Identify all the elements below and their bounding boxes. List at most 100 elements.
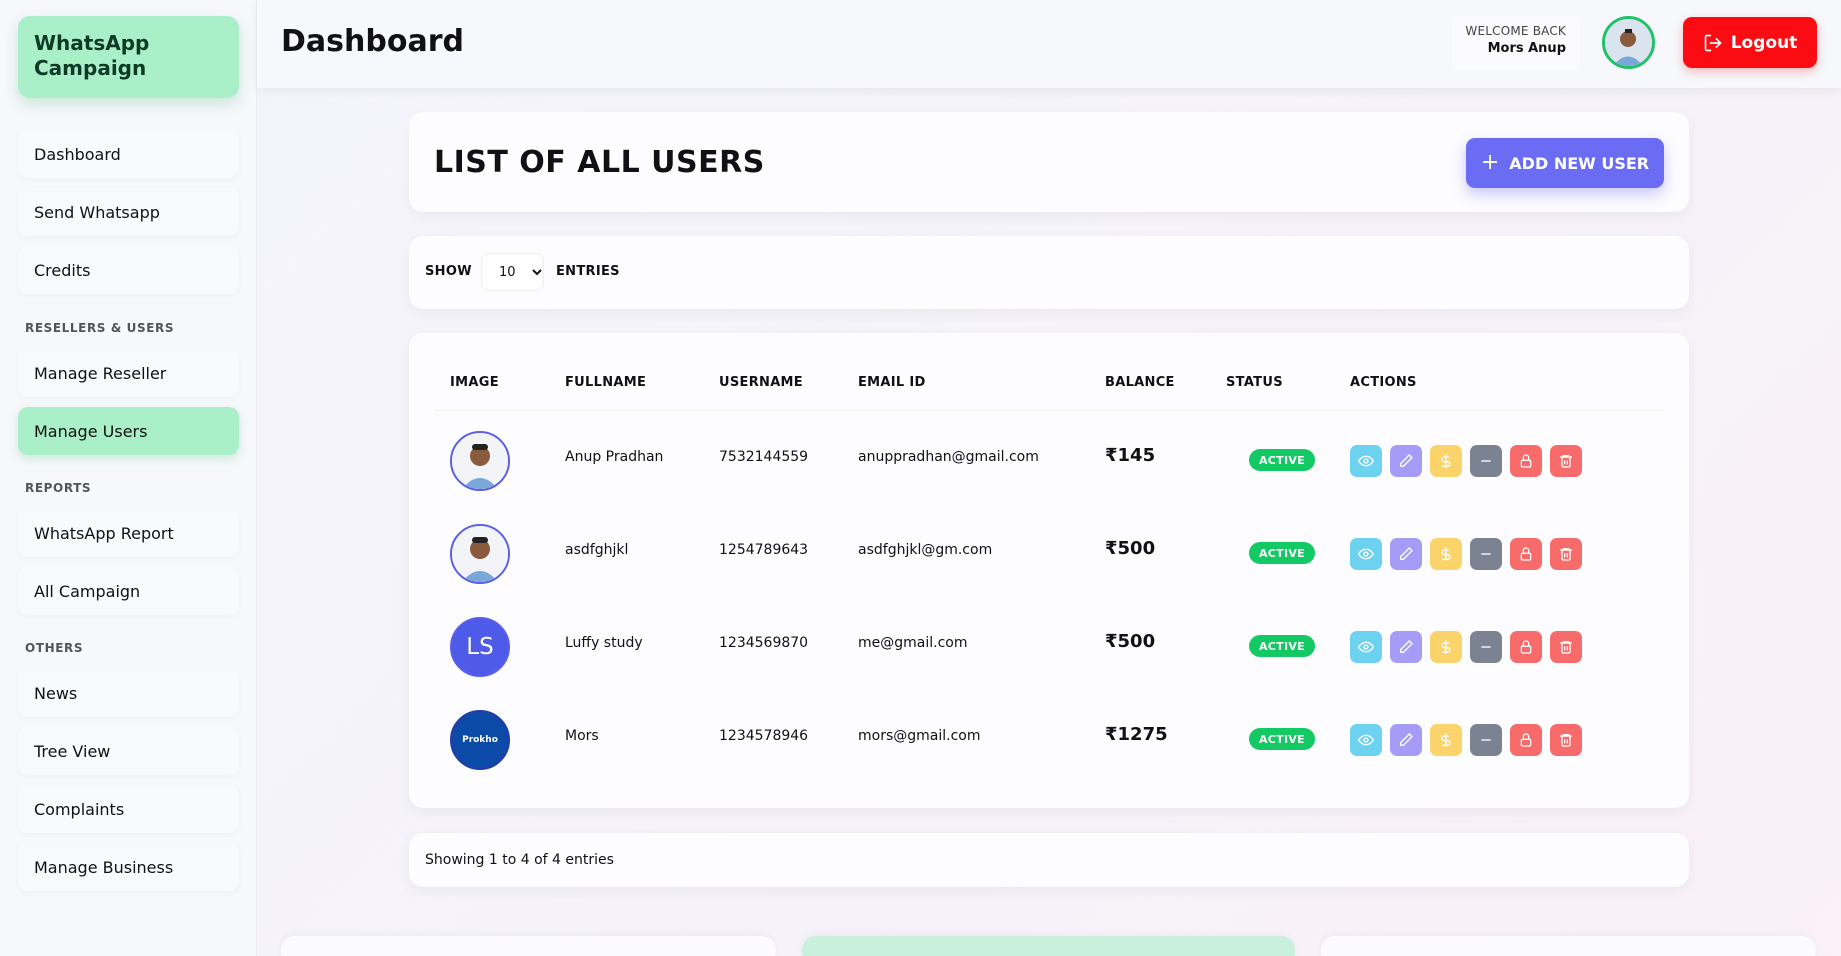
user-balance: ₹500 xyxy=(1105,631,1156,652)
pencil-icon xyxy=(1400,640,1413,653)
add-new-user-button[interactable]: + ADD NEW USER xyxy=(1466,138,1664,188)
sidebar-item-label: News xyxy=(34,683,78,703)
lock-button[interactable] xyxy=(1510,724,1542,756)
credit-button[interactable] xyxy=(1430,538,1462,570)
dollar-icon xyxy=(1441,640,1451,654)
edit-button[interactable] xyxy=(1390,724,1422,756)
deduct-button[interactable] xyxy=(1470,538,1502,570)
pencil-icon xyxy=(1400,733,1413,746)
logout-button[interactable]: Logout xyxy=(1683,17,1817,68)
entries-card: SHOW 10 ENTRIES xyxy=(409,236,1689,309)
trash-icon xyxy=(1560,548,1572,561)
sidebar-item-complaints[interactable]: Complaints xyxy=(18,785,239,833)
user-balance: ₹500 xyxy=(1105,538,1156,559)
eye-icon xyxy=(1358,641,1374,653)
view-button[interactable] xyxy=(1350,631,1382,663)
user-username: 1234578946 xyxy=(719,728,809,744)
lock-icon xyxy=(1520,547,1532,561)
lock-button[interactable] xyxy=(1510,445,1542,477)
entries-label: ENTRIES xyxy=(556,264,620,279)
dollar-icon xyxy=(1441,454,1451,468)
users-table: IMAGE FULLNAME USERNAME EMAIL ID BALANCE… xyxy=(409,333,1689,808)
sidebar-item-manage-reseller[interactable]: Manage Reseller xyxy=(18,349,239,397)
welcome-label: WELCOME BACK xyxy=(1465,24,1566,38)
pagination-info: Showing 1 to 4 of 4 entries xyxy=(425,852,614,868)
sidebar-item-news[interactable]: News xyxy=(18,669,239,717)
deduct-button[interactable] xyxy=(1470,631,1502,663)
minus-icon xyxy=(1481,460,1491,462)
entries-select[interactable]: 10 xyxy=(481,253,544,291)
sidebar-item-send-whatsapp[interactable]: Send Whatsapp xyxy=(18,188,239,236)
bottom-card-right xyxy=(1321,936,1816,956)
user-balance: ₹145 xyxy=(1105,445,1156,466)
view-button[interactable] xyxy=(1350,538,1382,570)
entries-value: 10 xyxy=(499,264,516,280)
welcome-box: WELCOME BACK Mors Anup xyxy=(1452,14,1580,70)
top-header: Dashboard WELCOME BACK Mors Anup Logout xyxy=(257,0,1841,88)
pagination-info-card: Showing 1 to 4 of 4 entries xyxy=(409,833,1689,887)
sidebar-item-label: All Campaign xyxy=(34,581,141,601)
sidebar-item-manage-users[interactable]: Manage Users xyxy=(18,407,239,455)
logout-label: Logout xyxy=(1730,32,1798,53)
user-balance: ₹1275 xyxy=(1105,724,1168,745)
pencil-icon xyxy=(1400,547,1413,560)
logout-icon xyxy=(1704,34,1722,51)
sidebar-item-all-campaign[interactable]: All Campaign xyxy=(18,567,239,615)
user-avatar xyxy=(450,524,510,584)
deduct-button[interactable] xyxy=(1470,445,1502,477)
sidebar-item-credits[interactable]: Credits xyxy=(18,246,239,294)
minus-icon xyxy=(1481,739,1491,741)
eye-icon xyxy=(1358,734,1374,746)
plus-icon: + xyxy=(1480,150,1500,175)
deduct-button[interactable] xyxy=(1470,724,1502,756)
delete-button[interactable] xyxy=(1550,445,1582,477)
edit-button[interactable] xyxy=(1390,445,1422,477)
status-badge: ACTIVE xyxy=(1249,449,1315,471)
page-title: Dashboard xyxy=(281,24,464,59)
view-button[interactable] xyxy=(1350,724,1382,756)
list-title: LIST OF ALL USERS xyxy=(434,145,765,180)
delete-button[interactable] xyxy=(1550,724,1582,756)
column-header-balance: BALANCE xyxy=(1105,375,1175,390)
sidebar-item-label: Tree View xyxy=(34,741,111,761)
trash-icon xyxy=(1560,734,1572,747)
column-header-image: IMAGE xyxy=(450,375,499,390)
sidebar-item-whatsapp-report[interactable]: WhatsApp Report xyxy=(18,509,239,557)
person-photo-icon xyxy=(452,526,508,582)
sidebar-item-tree-view[interactable]: Tree View xyxy=(18,727,239,775)
column-header-actions: ACTIONS xyxy=(1350,375,1417,390)
sidebar-item-label: Send Whatsapp xyxy=(34,202,160,222)
edit-button[interactable] xyxy=(1390,538,1422,570)
user-email: me@gmail.com xyxy=(858,635,968,651)
credit-button[interactable] xyxy=(1430,631,1462,663)
brand-logo[interactable]: WhatsApp Campaign xyxy=(18,16,239,98)
column-header-email: EMAIL ID xyxy=(858,375,926,390)
delete-button[interactable] xyxy=(1550,538,1582,570)
lock-button[interactable] xyxy=(1510,631,1542,663)
lock-button[interactable] xyxy=(1510,538,1542,570)
delete-button[interactable] xyxy=(1550,631,1582,663)
sidebar-item-label: Manage Reseller xyxy=(34,363,167,383)
sidebar-item-label: Manage Business xyxy=(34,857,174,877)
sidebar-item-manage-business[interactable]: Manage Business xyxy=(18,843,239,891)
user-avatar: Prokho xyxy=(450,710,510,770)
section-others: OTHERS xyxy=(25,641,84,655)
credit-button[interactable] xyxy=(1430,724,1462,756)
sidebar: WhatsApp Campaign Dashboard Send Whatsap… xyxy=(0,0,257,956)
bottom-card-center xyxy=(802,936,1295,956)
sidebar-item-label: Credits xyxy=(34,260,91,280)
user-username: 7532144559 xyxy=(719,449,809,465)
user-username: 1254789643 xyxy=(719,542,809,558)
user-avatar xyxy=(450,431,510,491)
table-row: LS Luffy study 1234569870 me@gmail.com ₹… xyxy=(434,597,1664,690)
eye-icon xyxy=(1358,455,1374,467)
view-button[interactable] xyxy=(1350,445,1382,477)
sidebar-item-dashboard[interactable]: Dashboard xyxy=(18,130,239,178)
sidebar-item-label: WhatsApp Report xyxy=(34,523,174,543)
sidebar-item-label: Complaints xyxy=(34,799,125,819)
edit-button[interactable] xyxy=(1390,631,1422,663)
user-avatar[interactable] xyxy=(1602,16,1655,69)
person-photo-icon xyxy=(452,433,508,489)
credit-button[interactable] xyxy=(1430,445,1462,477)
eye-icon xyxy=(1358,548,1374,560)
